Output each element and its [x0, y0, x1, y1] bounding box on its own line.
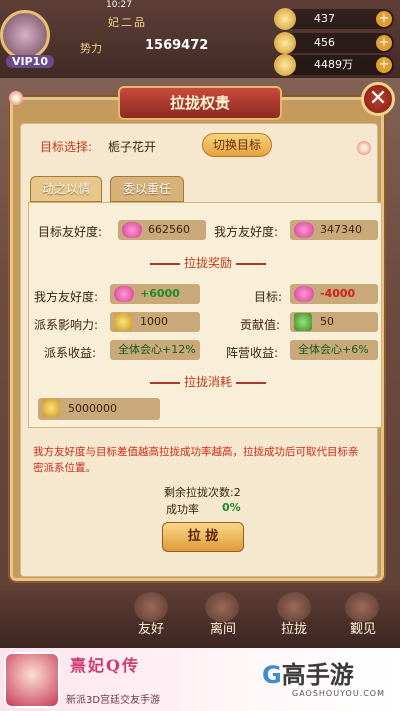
tab-entrust[interactable]: 委以重任 [110, 176, 184, 202]
influence-box: 1000 [110, 312, 200, 332]
contribution-value: 50 [320, 315, 334, 328]
player-rank: 妃二品 [108, 16, 147, 29]
success-rate-label: 成功率 [166, 503, 199, 516]
faction-income-value: 全体会心+12% [118, 343, 196, 356]
menu-friendly[interactable]: 友好 [138, 618, 164, 637]
gold-coin-icon [42, 399, 60, 417]
contribution-label: 贡献值: [240, 318, 281, 332]
game-character-image [4, 652, 60, 708]
ornament-line [236, 263, 266, 265]
menu-audience[interactable]: 觐见 [350, 618, 376, 637]
reward-my-favor-value: +6000 [140, 287, 180, 300]
target-favor-value: 662560 [148, 223, 190, 236]
faction-income-box: 全体会心+12% [110, 340, 200, 360]
target-favor-label: 目标友好度: [38, 225, 103, 239]
cost-value: 5000000 [68, 402, 117, 415]
menu-recruit[interactable]: 拉拢 [281, 618, 307, 637]
menu-sow-discord[interactable]: 离间 [210, 618, 236, 637]
influence-value: 1000 [140, 315, 168, 328]
close-button[interactable]: ✕ [361, 82, 395, 116]
cost-title: 拉拢消耗 [183, 375, 232, 389]
contribution-box: 50 [290, 312, 378, 332]
target-select-label: 目标选择: [40, 140, 93, 154]
camp-income-box: 全体会心+6% [290, 340, 378, 360]
site-logo: G高手游 [262, 655, 354, 690]
ingot-icon [274, 8, 296, 30]
power-label: 势力 [80, 42, 102, 55]
reward-target-value: -4000 [320, 287, 356, 300]
remaining-attempts: 剩余拉拢次数:2 [164, 486, 241, 499]
game-logo: 熹妃Q传 [70, 656, 140, 675]
recruit-description: 我方友好度与目标差值越高拉拢成功率越高，拉拢成功后可取代目标亲密派系位置。 [33, 446, 359, 474]
influence-icon [114, 313, 132, 331]
player-avatar[interactable] [0, 10, 50, 60]
add-ingot-button[interactable]: + [376, 11, 392, 27]
influence-label: 派系影响力: [34, 318, 99, 332]
reward-my-favor-label: 我方友好度: [34, 290, 99, 304]
bottom-menu [0, 590, 400, 650]
heart-icon [122, 222, 142, 238]
coin-icon [274, 54, 296, 76]
cost-box: 5000000 [38, 398, 160, 420]
resource-coin: 4489万 + [274, 54, 394, 76]
target-name: 栀子花开 [108, 140, 157, 154]
flower-decoration [8, 90, 24, 106]
site-g-icon: G [262, 661, 282, 689]
add-coin-button[interactable]: + [376, 57, 392, 73]
camp-income-value: 全体会心+6% [298, 343, 369, 356]
heart-icon [294, 286, 314, 302]
reward-title: 拉拢奖励 [183, 256, 232, 270]
my-favor-label: 我方友好度: [214, 225, 279, 239]
ornament-line [150, 263, 180, 265]
vip-badge[interactable]: VIP10 [6, 55, 54, 68]
resource-silver: 456 + [274, 32, 394, 54]
power-value: 1569472 [145, 38, 209, 53]
dialog-title: 拉拢权贵 [118, 86, 282, 120]
ornament-line [236, 382, 266, 384]
camp-income-label: 阵营收益: [226, 346, 279, 360]
success-rate-value: 0% [222, 501, 241, 514]
faction-income-label: 派系收益: [44, 346, 97, 360]
silver-icon [274, 32, 296, 54]
reward-target-box: -4000 [290, 284, 378, 304]
my-favor-box: 347340 [290, 220, 378, 240]
add-silver-button[interactable]: + [376, 35, 392, 51]
tab-emotion[interactable]: 动之以情 [30, 176, 102, 202]
reward-my-favor-box: +6000 [110, 284, 200, 304]
game-tagline: 新派3D宫廷交友手游 [66, 695, 161, 706]
status-time: 10:27 [106, 0, 132, 10]
recruit-button[interactable]: 拉 拢 [162, 522, 244, 552]
ornament-line [150, 382, 180, 384]
heart-icon [114, 286, 134, 302]
target-favor-box: 662560 [118, 220, 206, 240]
switch-target-button[interactable]: 切换目标 [202, 133, 272, 157]
my-favor-value: 347340 [320, 223, 362, 236]
heart-icon [294, 222, 314, 238]
flower-decoration [356, 140, 372, 156]
reward-target-label: 目标: [254, 290, 283, 304]
resource-ingot: 437 + [274, 8, 394, 30]
contribution-icon [294, 313, 312, 331]
site-url: GAOSHOUYOU.COM [292, 689, 386, 698]
site-brand: 高手游 [281, 661, 354, 689]
